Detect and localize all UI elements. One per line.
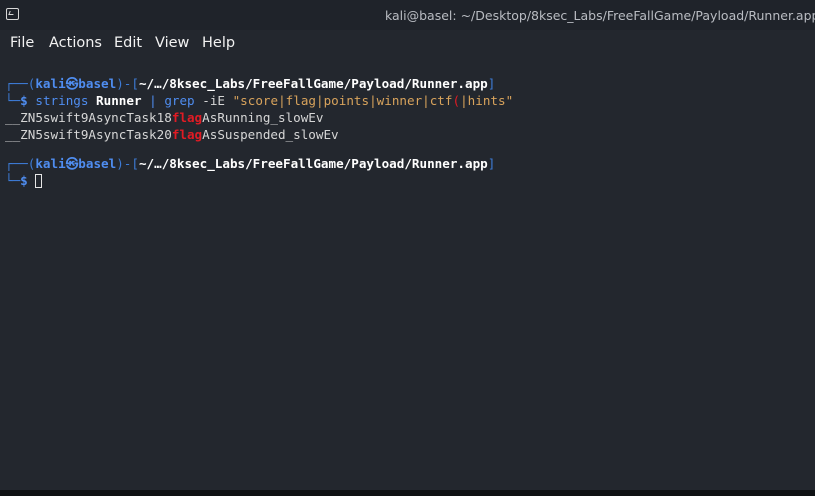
terminal-output[interactable]: ┌──(kali㉿basel)-[~/…/8ksec_Labs/FreeFall… xyxy=(0,56,815,490)
menu-view[interactable]: View xyxy=(155,35,189,51)
menu-help[interactable]: Help xyxy=(202,35,235,51)
menu-edit[interactable]: Edit xyxy=(114,35,142,51)
menu-bar: File Actions Edit View Help xyxy=(0,30,815,56)
prompt-path: ~/…/8ksec_Labs/FreeFallGame/Payload/Runn… xyxy=(138,76,488,91)
command-line-2[interactable]: └─$ xyxy=(5,172,43,189)
output-line-2: __ZN5swift9AsyncTask20flagAsSuspended_sl… xyxy=(5,127,339,142)
window-bottom-edge xyxy=(0,490,815,496)
menu-actions[interactable]: Actions xyxy=(49,35,102,51)
menu-file[interactable]: File xyxy=(10,35,34,51)
text-cursor xyxy=(35,174,43,188)
window-titlebar: kali@basel: ~/Desktop/8ksec_Labs/FreeFal… xyxy=(0,0,815,30)
command-line-1: └─$ strings Runner | grep -iE "score|fla… xyxy=(5,93,514,108)
output-line-1: __ZN5swift9AsyncTask18flagAsRunning_slow… xyxy=(5,110,324,125)
prompt-line-2-top: ┌──(kali㉿basel)-[~/…/8ksec_Labs/FreeFall… xyxy=(5,156,496,171)
prompt-line-1-top: ┌──(kali㉿basel)-[~/…/8ksec_Labs/FreeFall… xyxy=(5,76,496,91)
terminal-icon[interactable] xyxy=(6,8,19,20)
window-title: kali@basel: ~/Desktop/8ksec_Labs/FreeFal… xyxy=(385,8,815,23)
